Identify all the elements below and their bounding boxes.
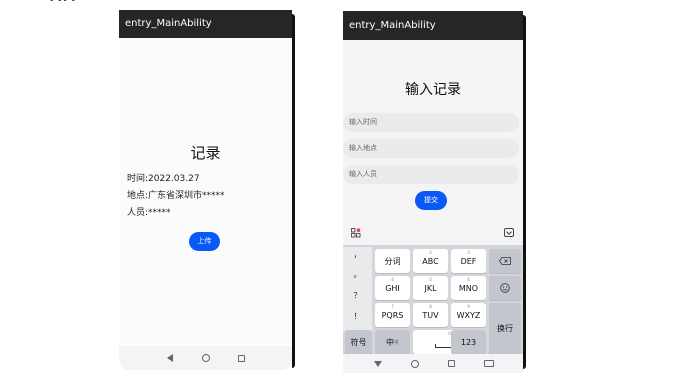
person-input[interactable]: 输入人员 — [343, 165, 519, 184]
key-label: JKL — [424, 283, 437, 293]
punctuation-column: ， 。 ？ ！ — [343, 247, 372, 331]
key-sub: 6 — [467, 277, 470, 282]
key-label: GHI — [385, 283, 400, 293]
key-label: 分词 — [384, 256, 401, 266]
person-value: ***** — [148, 208, 171, 218]
phone-input-view: entry_MainAbility 输入记录 输入时间 输入地点 输入人员 提交… — [343, 11, 526, 373]
place-input[interactable]: 输入地点 — [343, 139, 519, 158]
punct-key[interactable]: 。 — [343, 269, 372, 280]
corner-mark: • •• • — [49, 0, 76, 6]
time-label: 时间: — [127, 174, 149, 184]
key-sub: 2 — [429, 250, 432, 255]
page-title: 输入记录 — [405, 82, 461, 98]
emoji-icon — [500, 283, 510, 293]
screenshot-canvas: • •• • entry_MainAbility 记录 时间:2022.03.2… — [0, 0, 683, 388]
virtual-keyboard: ， 。 ？ ！ 分词 2 ABC 3 DEF 4 GHI 5 JKL 6 MNO 7 PQR… — [343, 220, 523, 355]
key-8[interactable]: 8 TUV — [413, 303, 448, 327]
symbols-key[interactable]: 符号 — [345, 330, 372, 354]
place-label: 地点: — [127, 191, 149, 201]
keyboard-toolbar — [343, 220, 523, 245]
key-9[interactable]: 9 WXYZ — [451, 303, 486, 327]
key-sub: 7 — [391, 304, 394, 309]
person-label: 人员: — [127, 208, 149, 218]
key-7[interactable]: 7 PQRS — [375, 303, 410, 327]
key-5[interactable]: 5 JKL — [413, 276, 448, 300]
record-page: 记录 时间:2022.03.27 地点:广东省深圳市***** 人员:*****… — [119, 38, 292, 344]
key-label: DEF — [460, 256, 477, 266]
key-6[interactable]: 6 MNO — [451, 276, 486, 300]
numbers-key[interactable]: 123 — [451, 330, 486, 354]
key-4[interactable]: 4 GHI — [375, 276, 410, 300]
key-label: PQRS — [381, 310, 404, 320]
backspace-key[interactable] — [489, 249, 521, 273]
place-value: 广东省深圳市***** — [148, 191, 225, 201]
recents-icon[interactable] — [446, 358, 458, 370]
home-icon[interactable] — [200, 352, 212, 364]
back-icon[interactable] — [164, 352, 176, 364]
submit-button[interactable]: 提交 — [415, 191, 447, 210]
input-page: 输入记录 输入时间 输入地点 输入人员 提交 — [343, 40, 523, 220]
punct-key[interactable]: ， — [343, 249, 372, 260]
system-nav-bar — [343, 354, 523, 373]
place-row: 地点:广东省深圳市***** — [127, 188, 225, 201]
upload-button[interactable]: 上传 — [189, 232, 220, 251]
home-icon[interactable] — [409, 358, 421, 370]
emoji-key[interactable] — [489, 276, 521, 300]
backspace-icon — [499, 257, 511, 265]
key-sub: 英 — [393, 339, 399, 346]
time-value: 2022.03.27 — [148, 174, 200, 184]
recents-icon[interactable] — [236, 352, 248, 364]
key-label: WXYZ — [456, 310, 481, 320]
down-arrow-icon[interactable] — [372, 358, 384, 370]
apps-grid-icon[interactable] — [351, 228, 361, 238]
key-label: ABC — [422, 256, 439, 266]
time-input[interactable]: 输入时间 — [343, 113, 519, 132]
keyboard-icon[interactable] — [483, 358, 495, 370]
page-title: 记录 — [190, 144, 221, 162]
person-row: 人员:***** — [127, 205, 171, 218]
key-3[interactable]: 3 DEF — [451, 249, 486, 273]
key-sub: 5 — [429, 277, 432, 282]
time-row: 时间:2022.03.27 — [127, 171, 200, 184]
key-label: TUV — [422, 310, 439, 320]
enter-key[interactable]: 换行 — [489, 303, 521, 354]
key-label: 中 — [385, 337, 394, 347]
key-sub: 9 — [467, 304, 470, 309]
key-fenci[interactable]: 分词 — [375, 249, 410, 273]
key-sub: 8 — [429, 304, 432, 309]
system-nav-bar — [119, 346, 292, 370]
key-sub: 4 — [391, 277, 394, 282]
app-title-bar: entry_MainAbility — [119, 10, 292, 38]
key-sub: 3 — [467, 250, 470, 255]
punct-key[interactable]: ？ — [343, 290, 372, 301]
app-title-bar: entry_MainAbility — [343, 11, 523, 40]
keyboard-collapse-icon[interactable] — [504, 228, 514, 237]
key-label: MNO — [458, 283, 479, 293]
chinese-key[interactable]: 中英 — [375, 330, 410, 354]
phone-record-view: entry_MainAbility 记录 时间:2022.03.27 地点:广东… — [119, 10, 295, 370]
key-2[interactable]: 2 ABC — [413, 249, 448, 273]
punct-key[interactable]: ！ — [343, 311, 372, 322]
